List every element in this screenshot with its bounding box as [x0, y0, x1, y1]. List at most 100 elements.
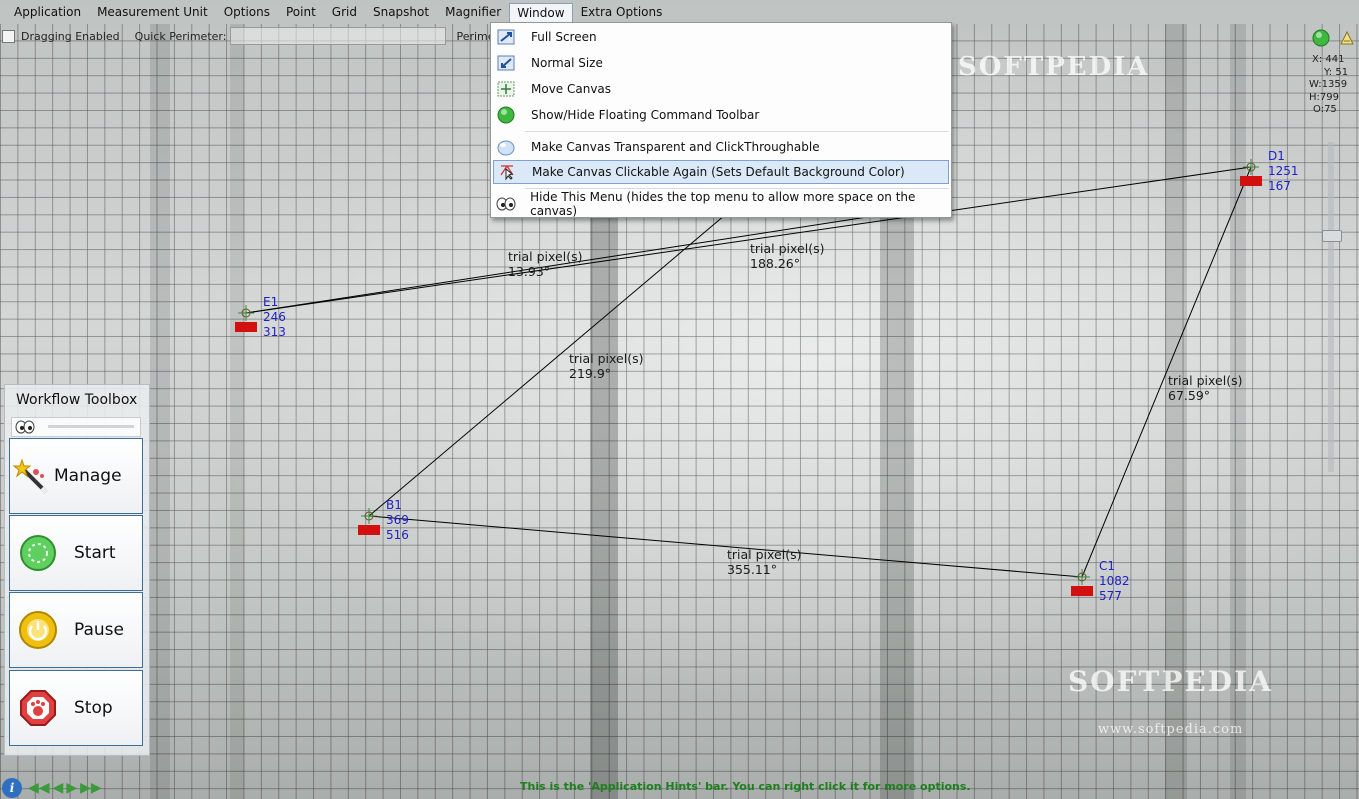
menu-item-full-screen[interactable]: Full Screen: [493, 25, 949, 49]
canvas-height-readout: H:799: [1309, 91, 1339, 103]
menu-item-label: Hide This Menu (hides the top menu to al…: [530, 190, 916, 218]
menu-item-label: Normal Size: [531, 56, 603, 70]
transparent-bubble-icon: [495, 137, 517, 157]
start-button-label: Start: [74, 543, 116, 563]
dragging-enabled-label: Dragging Enabled: [21, 29, 120, 43]
menu-item-label: Move Canvas: [531, 82, 612, 96]
start-icon: [18, 533, 58, 573]
menu-window[interactable]: Window: [509, 2, 573, 22]
measurement-angle: 355.11°: [727, 562, 777, 577]
menu-item-label: Show/Hide Floating Command Toolbar: [531, 108, 760, 122]
cursor-y-readout: Y: 51: [1324, 66, 1349, 78]
full-screen-icon: [495, 27, 517, 47]
menu-item-toggle-floating-toolbar[interactable]: Show/Hide Floating Command Toolbar: [493, 103, 949, 127]
point-d1-label: D1 1251 167: [1268, 149, 1299, 194]
menu-item-transparent-canvas[interactable]: Make Canvas Transparent and ClickThrough…: [493, 135, 949, 159]
menu-item-normal-size[interactable]: Normal Size: [493, 51, 949, 75]
point-c1-marker[interactable]: [1071, 586, 1093, 596]
previous-icon[interactable]: ◀: [53, 780, 64, 796]
toolbox-header-strip: [11, 417, 141, 437]
measurement-angle: 13.93°: [508, 264, 551, 279]
point-name: C1: [1099, 559, 1116, 573]
menu-separator: [525, 188, 949, 189]
manage-button-label: Manage: [54, 466, 122, 486]
application-hints-bar[interactable]: This is the 'Application Hints' bar. You…: [520, 780, 971, 793]
crosshair-b1: [361, 508, 377, 524]
point-d1-marker[interactable]: [1240, 176, 1262, 186]
measurement-label: trial pixel(s) 188.26°: [750, 241, 824, 271]
menu-separator: [525, 131, 949, 132]
menu-item-label: Make Canvas Clickable Again (Sets Defaul…: [532, 165, 905, 179]
window-menu-dropdown: Full Screen Normal Size Move Canvas Show…: [490, 22, 952, 218]
toolbox-opacity-slider[interactable]: [48, 425, 134, 428]
point-x: 1251: [1268, 164, 1299, 178]
point-b1-label: B1 369 516: [386, 498, 409, 543]
line-d1-c1: [1081, 166, 1252, 578]
last-icon[interactable]: ▶▶: [80, 780, 102, 796]
menu-options[interactable]: Options: [216, 2, 278, 22]
point-y: 516: [386, 528, 409, 542]
measurement-angle: 67.59°: [1168, 388, 1211, 403]
pause-icon: [18, 610, 58, 650]
point-y: 313: [263, 325, 286, 339]
menu-application[interactable]: Application: [6, 2, 89, 22]
menu-item-hide-menu[interactable]: Hide This Menu (hides the top menu to al…: [493, 190, 949, 218]
info-icon[interactable]: i: [2, 778, 22, 798]
measurement-distance: trial pixel(s): [569, 351, 644, 366]
point-name: D1: [1268, 149, 1285, 163]
cursor-x-readout: X: 441: [1312, 54, 1345, 65]
stop-button-label: Stop: [74, 698, 113, 718]
stop-button[interactable]: Stop: [9, 670, 143, 746]
crosshair-e1: [238, 305, 254, 321]
point-y: 577: [1099, 589, 1122, 603]
point-name: B1: [386, 498, 402, 512]
menu-item-move-canvas[interactable]: Move Canvas: [493, 77, 949, 101]
crosshair-d1: [1243, 159, 1259, 175]
measurement-distance: trial pixel(s): [508, 249, 583, 264]
cursor-star-icon: [496, 162, 518, 182]
point-e1-marker[interactable]: [235, 322, 257, 332]
pause-button-label: Pause: [74, 620, 124, 640]
dragging-enabled-checkbox[interactable]: [2, 29, 15, 43]
canvas-width-readout: W:1359: [1309, 79, 1348, 90]
menu-point[interactable]: Point: [278, 2, 324, 22]
menu-snapshot[interactable]: Snapshot: [365, 2, 437, 22]
menu-item-label: Make Canvas Transparent and ClickThrough…: [531, 140, 820, 154]
measurement-label: trial pixel(s) 219.9°: [569, 351, 643, 381]
menu-item-clickable-canvas[interactable]: Make Canvas Clickable Again (Sets Defaul…: [493, 160, 949, 184]
point-x: 246: [263, 310, 286, 324]
measurement-label: trial pixel(s) 13.93°: [508, 249, 582, 279]
quick-perimeter-label: Quick Perimeter:: [134, 29, 227, 43]
measurement-distance: trial pixel(s): [1168, 373, 1243, 388]
next-icon[interactable]: ▶: [66, 780, 77, 796]
stop-icon: [18, 688, 58, 728]
menu-bar: Application Measurement Unit Options Poi…: [0, 0, 1359, 24]
eyes-icon[interactable]: [15, 420, 35, 437]
menu-item-label: Full Screen: [531, 30, 597, 44]
crosshair-c1: [1074, 569, 1090, 585]
menu-grid[interactable]: Grid: [324, 2, 365, 22]
menu-measurement-unit[interactable]: Measurement Unit: [89, 2, 216, 22]
point-b1-marker[interactable]: [358, 525, 380, 535]
opacity-readout: O:75: [1313, 104, 1337, 115]
canvas-info-panel: X: 441 Y: 51 W:1359 H:799 O:75: [1306, 30, 1358, 117]
secondary-toolbar: Dragging Enabled Quick Perimeter: Perime…: [0, 26, 527, 46]
green-dot-icon: [495, 105, 517, 125]
menu-magnifier[interactable]: Magnifier: [437, 2, 509, 22]
magic-wand-icon: [12, 456, 52, 496]
quick-perimeter-field[interactable]: [230, 27, 447, 45]
measurement-label: trial pixel(s) 67.59°: [1168, 373, 1242, 403]
point-c1-label: C1 1082 577: [1099, 559, 1130, 604]
measurement-angle: 188.26°: [750, 256, 800, 271]
opacity-slider-track[interactable]: [1328, 142, 1334, 472]
manage-button[interactable]: Manage: [9, 438, 143, 514]
workflow-toolbox-title: Workflow Toolbox: [16, 392, 138, 408]
first-icon[interactable]: ◀◀: [28, 780, 50, 796]
opacity-slider-thumb[interactable]: [1322, 230, 1342, 242]
start-button[interactable]: Start: [9, 515, 143, 591]
menu-extra-options[interactable]: Extra Options: [573, 2, 671, 22]
measurement-distance: trial pixel(s): [750, 241, 825, 256]
pause-button[interactable]: Pause: [9, 592, 143, 668]
point-e1-label: E1 246 313: [263, 295, 286, 340]
move-canvas-icon: [495, 79, 517, 99]
